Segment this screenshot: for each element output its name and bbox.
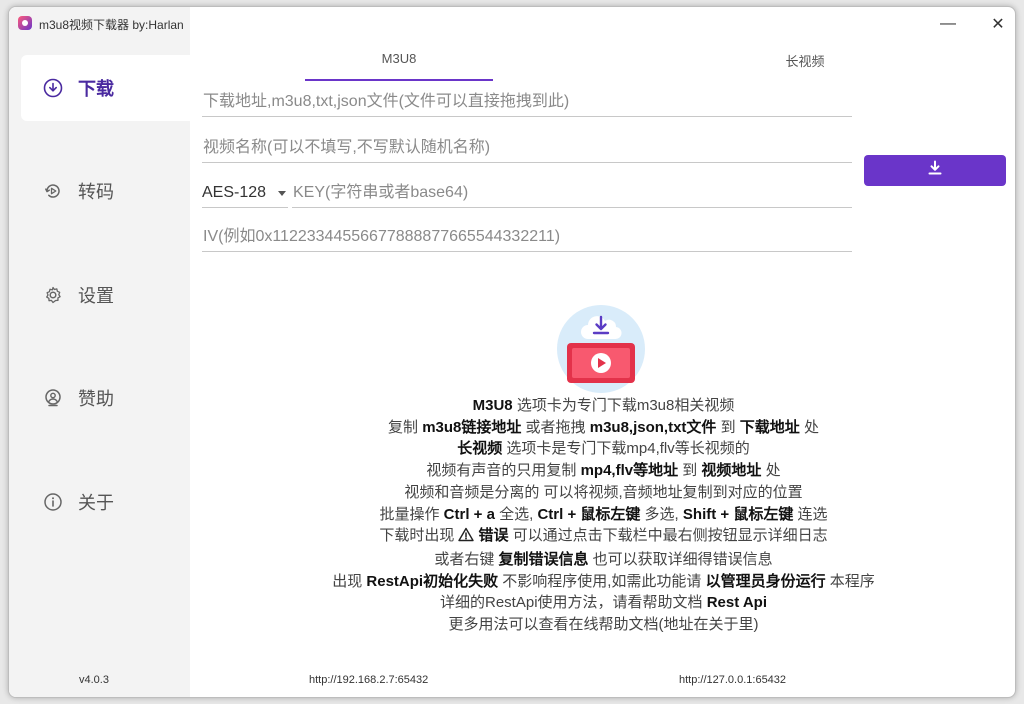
sidebar-item-label: 赞助 <box>78 389 114 409</box>
encryption-selected-value: AES-128 <box>202 183 267 201</box>
download-url-field[interactable] <box>202 87 852 117</box>
sponsor-icon <box>43 388 63 408</box>
tab-m3u8[interactable]: M3U8 <box>305 51 493 66</box>
help-line: 视频和音频是分离的 可以将视频,音频地址复制到对应的位置 <box>404 483 803 501</box>
sidebar-item-label: 设置 <box>78 286 114 306</box>
download-button[interactable] <box>864 155 1006 186</box>
gear-icon <box>43 285 63 305</box>
sidebar-item-sponsor[interactable]: 赞助 <box>21 365 190 431</box>
encryption-select[interactable]: AES-128 <box>202 178 288 208</box>
local-api-url[interactable]: http://127.0.0.1:65432 <box>679 674 786 686</box>
active-tab-indicator <box>305 79 493 81</box>
app-title: m3u8视频下载器 by:Harlan <box>39 18 184 32</box>
help-line: 或者右键 复制错误信息 也可以获取详细得错误信息 <box>434 550 773 568</box>
help-line: 批量操作 Ctrl + a 全选, Ctrl + 鼠标左键 多选, Shift … <box>379 505 828 523</box>
app-logo-icon <box>18 16 32 30</box>
title-bar: m3u8视频下载器 by:Harlan — ✕ <box>9 7 1015 43</box>
help-text: M3U8 选项卡为专门下载m3u8相关视频 复制 m3u8链接地址 或者拖拽 m… <box>190 395 1015 636</box>
help-line: 详细的RestApi使用方法，请看帮助文档 Rest Api <box>440 594 767 612</box>
sidebar-item-download[interactable]: 下载 <box>21 55 190 121</box>
sidebar-item-convert[interactable]: 转码 <box>21 158 190 224</box>
key-input[interactable] <box>292 178 852 207</box>
sidebar-item-label: 转码 <box>78 182 114 202</box>
lan-api-url[interactable]: http://192.168.2.7:65432 <box>309 674 428 686</box>
iv-field[interactable] <box>202 222 852 252</box>
app-window: m3u8视频下载器 by:Harlan — ✕ 下载 转码 设置 赞助 关于 v… <box>8 6 1016 698</box>
sidebar-item-label: 下载 <box>78 79 114 99</box>
help-line: 视频有声音的只用复制 mp4,flv等地址 到 视频地址 处 <box>426 462 781 480</box>
help-line: 下载时出现 错误 可以通过点击下载栏中最右侧按钮显示详细日志 <box>190 525 1015 549</box>
caret-down-icon <box>278 191 286 196</box>
tab-long-video[interactable]: 长视频 <box>725 51 885 70</box>
close-button[interactable]: ✕ <box>975 7 1015 41</box>
minimize-button[interactable]: — <box>925 7 971 41</box>
video-name-field[interactable] <box>202 133 852 163</box>
iv-input[interactable] <box>202 222 852 251</box>
sidebar-item-settings[interactable]: 设置 <box>21 262 190 328</box>
info-icon <box>43 492 63 512</box>
warning-icon <box>458 527 475 549</box>
help-line: 长视频 选项卡是专门下载mp4,flv等长视频的 <box>457 440 750 458</box>
video-download-illustration <box>555 303 647 393</box>
help-line: 更多用法可以查看在线帮助文档(地址在关于里) <box>448 616 759 634</box>
help-line: 出现 RestApi初始化失败 不影响程序使用,如需此功能请 以管理员身份运行 … <box>332 572 875 590</box>
download-url-input[interactable] <box>202 87 852 116</box>
help-line: M3U8 选项卡为专门下载m3u8相关视频 <box>472 397 735 414</box>
convert-icon <box>43 181 63 201</box>
key-field[interactable] <box>292 178 852 208</box>
help-line: 复制 m3u8链接地址 或者拖拽 m3u8,json,txt文件 到 下载地址 … <box>388 418 819 436</box>
sidebar-item-about[interactable]: 关于 <box>21 469 190 535</box>
version-label: v4.0.3 <box>79 674 109 686</box>
sidebar-item-label: 关于 <box>78 493 114 513</box>
video-name-input[interactable] <box>202 133 852 162</box>
download-icon <box>43 78 63 98</box>
download-icon <box>927 160 943 181</box>
